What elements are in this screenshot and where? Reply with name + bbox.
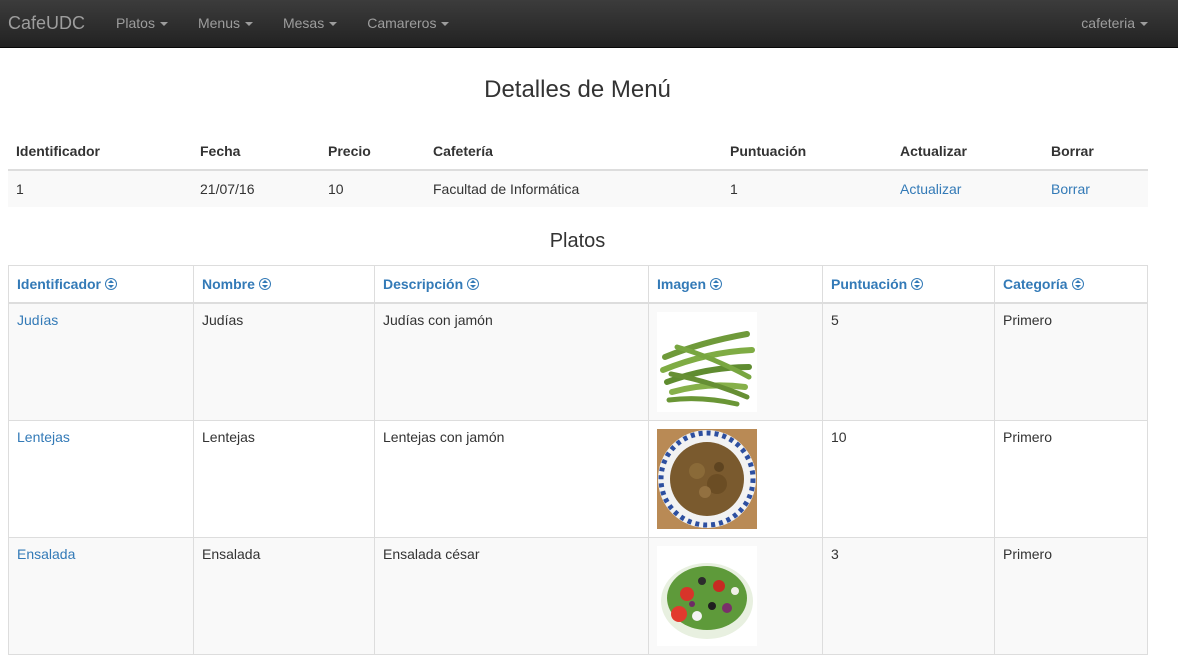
sort-categoria-link[interactable]: Categoría: [1003, 276, 1084, 292]
header-cafeteria: Cafetería: [425, 132, 722, 171]
nav-menus-dropdown[interactable]: Menus: [183, 0, 268, 47]
sort-icon: [710, 278, 723, 290]
plato-puntuacion: 3: [822, 537, 995, 655]
table-row: Lentejas Lentejas Lentejas con jamón 10 …: [8, 420, 1148, 538]
plato-imagen-cell: [648, 420, 823, 538]
header-identificador: Identificador: [8, 132, 192, 171]
table-row: Ensalada Ensalada Ensalada césar 3 Prime…: [8, 537, 1148, 655]
sort-icon: [1071, 278, 1084, 290]
plato-id-cell: Lentejas: [8, 420, 194, 538]
plato-id-cell: Ensalada: [8, 537, 194, 655]
actualizar-cell: Actualizar: [892, 170, 1043, 207]
menu-precio: 10: [320, 170, 425, 207]
plato-descripcion: Judías con jamón: [374, 302, 649, 421]
sort-icon: [105, 278, 118, 290]
menu-fecha: 21/07/16: [192, 170, 320, 207]
column-label: Puntuación: [831, 276, 908, 292]
sort-nombre-link[interactable]: Nombre: [202, 276, 271, 292]
borrar-link[interactable]: Borrar: [1051, 181, 1090, 197]
sort-identificador-link[interactable]: Identificador: [17, 276, 118, 292]
sort-icon: [467, 278, 480, 290]
plato-descripcion: Ensalada césar: [374, 537, 649, 655]
plato-link[interactable]: Ensalada: [17, 546, 75, 562]
salad-image: [657, 546, 757, 646]
header-actualizar: Actualizar: [892, 132, 1043, 171]
green-beans-image: [657, 312, 757, 412]
column-label: Imagen: [657, 276, 707, 292]
table-row: 1 21/07/16 10 Facultad de Informática 1 …: [8, 170, 1148, 207]
menu-details-table: Identificador Fecha Precio Cafetería Pun…: [8, 132, 1148, 207]
plato-id-cell: Judías: [8, 302, 194, 421]
menu-id: 1: [8, 170, 192, 207]
plato-imagen-cell: [648, 537, 823, 655]
sort-descripcion-link[interactable]: Descripción: [383, 276, 480, 292]
header-puntuacion: Puntuación: [722, 132, 892, 171]
column-label: Nombre: [202, 276, 255, 292]
lentil-soup-image: [657, 429, 757, 529]
plato-categoria: Primero: [994, 302, 1148, 421]
menu-puntuacion: 1: [722, 170, 892, 207]
caret-down-icon: [159, 21, 168, 26]
plato-link[interactable]: Judías: [17, 312, 58, 328]
column-header-categoria: Categoría: [994, 265, 1148, 304]
plato-puntuacion: 5: [822, 302, 995, 421]
menu-cafeteria: Facultad de Informática: [425, 170, 722, 207]
nav-camareros-dropdown[interactable]: Camareros: [352, 0, 464, 47]
borrar-cell: Borrar: [1043, 170, 1148, 207]
column-label: Categoría: [1003, 276, 1068, 292]
column-label: Identificador: [17, 276, 102, 292]
plato-nombre: Ensalada: [193, 537, 375, 655]
plato-descripcion: Lentejas con jamón: [374, 420, 649, 538]
nav-menus-label: Menus: [197, 15, 240, 31]
header-borrar: Borrar: [1043, 132, 1148, 171]
top-navbar: CafeUDC Platos Menus Mesas Camareros caf…: [0, 0, 1178, 48]
caret-down-icon: [441, 21, 450, 26]
column-header-puntuacion: Puntuación: [822, 265, 995, 304]
plato-puntuacion: 10: [822, 420, 995, 538]
caret-down-icon: [1140, 21, 1148, 26]
user-menu-dropdown[interactable]: cafeteria: [1066, 0, 1163, 47]
user-menu-label: cafeteria: [1081, 15, 1135, 31]
column-header-nombre: Nombre: [193, 265, 375, 304]
actualizar-link[interactable]: Actualizar: [900, 181, 961, 197]
table-row: Judías Judías Judías con jamón 5 Primero: [8, 302, 1148, 421]
column-header-descripcion: Descripción: [374, 265, 649, 304]
plato-imagen-cell: [648, 302, 823, 421]
sort-imagen-link[interactable]: Imagen: [657, 276, 723, 292]
header-fecha: Fecha: [192, 132, 320, 171]
plato-link[interactable]: Lentejas: [17, 429, 70, 445]
column-label: Descripción: [383, 276, 464, 292]
nav-platos-label: Platos: [116, 15, 155, 31]
caret-down-icon: [244, 21, 253, 26]
sort-icon: [258, 278, 271, 290]
header-precio: Precio: [320, 132, 425, 171]
column-header-imagen: Imagen: [648, 265, 823, 304]
sort-puntuacion-link[interactable]: Puntuación: [831, 276, 924, 292]
nav-camareros-label: Camareros: [367, 15, 437, 31]
plato-categoria: Primero: [994, 537, 1148, 655]
brand-link[interactable]: CafeUDC: [0, 0, 93, 47]
plato-nombre: Lentejas: [193, 420, 375, 538]
sort-icon: [911, 278, 924, 290]
nav-mesas-dropdown[interactable]: Mesas: [268, 0, 352, 47]
nav-platos-dropdown[interactable]: Platos: [101, 0, 183, 47]
page-title: Detalles de Menú: [484, 76, 671, 103]
platos-table: Identificador Nombre Descripción Imagen …: [8, 265, 1148, 655]
column-header-identificador: Identificador: [8, 265, 194, 304]
plato-nombre: Judías: [193, 302, 375, 421]
platos-section-title: Platos: [549, 230, 606, 252]
nav-mesas-label: Mesas: [282, 15, 325, 31]
plato-categoria: Primero: [994, 420, 1148, 538]
caret-down-icon: [329, 21, 338, 26]
